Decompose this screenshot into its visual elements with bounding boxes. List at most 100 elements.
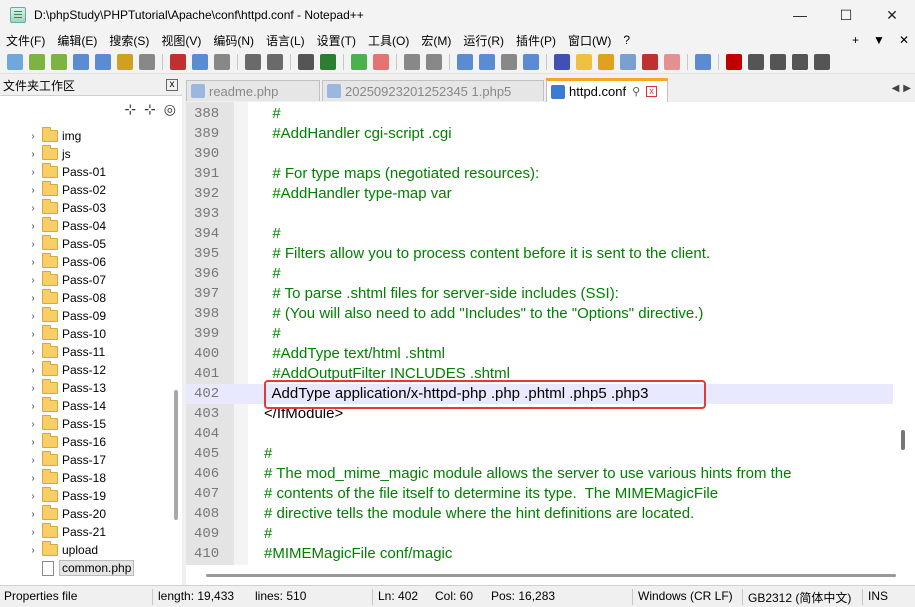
code-editor[interactable]: 388 #389 #AddHandler cgi-script .cgi 390 3… <box>186 102 893 565</box>
tree-item[interactable]: common.php <box>0 559 135 577</box>
expand-all-icon[interactable]: ⊹ <box>124 101 136 118</box>
toolbar-button-icon-20[interactable] <box>501 53 517 70</box>
chevron-right-icon[interactable]: › <box>26 329 40 340</box>
panel-close-icon[interactable]: x <box>166 79 178 91</box>
chevron-right-icon[interactable]: › <box>26 347 40 358</box>
menu-item-1[interactable]: 编辑(E) <box>51 32 103 49</box>
toolbar-button-icon-30[interactable] <box>748 53 764 70</box>
chevron-right-icon[interactable]: › <box>26 257 40 268</box>
chevron-right-icon[interactable]: › <box>26 383 40 394</box>
toolbar-button-icon-21[interactable] <box>523 53 539 70</box>
tree-item[interactable]: › Pass-04 <box>0 217 106 235</box>
editor-hscroll-thumb[interactable] <box>206 574 896 577</box>
toolbar-button-icon-17[interactable] <box>426 53 442 70</box>
menu-add-icon[interactable]: + <box>852 33 859 47</box>
tree-item[interactable]: › Pass-15 <box>0 415 106 433</box>
toolbar-button-icon-9[interactable] <box>214 53 230 70</box>
toolbar-button-icon-8[interactable] <box>192 53 208 70</box>
code-line[interactable]: 392 #AddHandler type-map var <box>186 184 893 204</box>
toolbar-button-icon-29[interactable] <box>726 53 742 70</box>
menu-item-0[interactable]: 文件(F) <box>0 32 51 49</box>
code-line[interactable]: 388 # <box>186 104 893 124</box>
toolbar-button-icon-1[interactable] <box>29 53 45 70</box>
editor-scroll-thumb[interactable] <box>901 430 905 450</box>
chevron-right-icon[interactable]: › <box>26 437 40 448</box>
toolbar-button-icon-6[interactable] <box>139 53 155 70</box>
code-line[interactable]: 399 # <box>186 324 893 344</box>
tab-next-icon[interactable]: ▶ <box>903 83 911 94</box>
menu-item-12[interactable]: ? <box>617 33 636 47</box>
code-line[interactable]: 405 # <box>186 444 893 464</box>
tree-item[interactable]: › Pass-19 <box>0 487 106 505</box>
menu-item-3[interactable]: 视图(V) <box>155 32 207 49</box>
toolbar-button-icon-10[interactable] <box>245 53 261 70</box>
chevron-right-icon[interactable]: › <box>26 455 40 466</box>
tree-item[interactable]: › Pass-07 <box>0 271 106 289</box>
editor-vscrollbar[interactable] <box>893 102 915 565</box>
collapse-all-icon[interactable]: ⊹ <box>144 101 156 118</box>
toolbar-button-icon-5[interactable] <box>117 53 133 70</box>
chevron-right-icon[interactable]: › <box>26 203 40 214</box>
chevron-right-icon[interactable]: › <box>26 239 40 250</box>
toolbar-button-icon-4[interactable] <box>95 53 111 70</box>
toolbar-button-icon-23[interactable] <box>576 53 592 70</box>
tree-item[interactable]: › Pass-10 <box>0 325 106 343</box>
toolbar-button-icon-33[interactable] <box>814 53 830 70</box>
code-line[interactable]: 408 # directive tells the module where th… <box>186 504 893 524</box>
tab-0[interactable]: readme.php <box>186 80 320 101</box>
tree-item[interactable]: › Pass-09 <box>0 307 106 325</box>
editor-hscrollbar[interactable] <box>186 565 915 585</box>
tree-item[interactable]: › Pass-13 <box>0 379 106 397</box>
code-line[interactable]: 407 # contents of the file itself to dete… <box>186 484 893 504</box>
chevron-right-icon[interactable]: › <box>26 527 40 538</box>
toolbar-button-icon-18[interactable] <box>457 53 473 70</box>
code-line[interactable]: 390 <box>186 144 893 164</box>
tree-item[interactable]: › img <box>0 127 81 145</box>
tab-prev-icon[interactable]: ◀ <box>892 83 900 94</box>
chevron-right-icon[interactable]: › <box>26 275 40 286</box>
menu-item-6[interactable]: 设置(T) <box>311 32 362 49</box>
chevron-right-icon[interactable]: › <box>26 131 40 142</box>
code-line[interactable]: 404 <box>186 424 893 444</box>
code-line[interactable]: 393 <box>186 204 893 224</box>
locate-file-icon[interactable]: ◎ <box>164 101 176 118</box>
chevron-right-icon[interactable]: › <box>26 221 40 232</box>
toolbar-button-icon-24[interactable] <box>598 53 614 70</box>
toolbar-button-icon-22[interactable] <box>554 53 570 70</box>
code-line[interactable]: 395 # Filters allow you to process conte… <box>186 244 893 264</box>
tree-item[interactable]: › Pass-02 <box>0 181 106 199</box>
code-line[interactable]: 391 # For type maps (negotiated resource… <box>186 164 893 184</box>
chevron-right-icon[interactable]: › <box>26 545 40 556</box>
toolbar-button-icon-11[interactable] <box>267 53 283 70</box>
menu-item-8[interactable]: 宏(M) <box>415 32 457 49</box>
menu-item-11[interactable]: 窗口(W) <box>562 32 617 49</box>
code-line[interactable]: 409 # <box>186 524 893 544</box>
menu-item-2[interactable]: 搜索(S) <box>103 32 155 49</box>
toolbar-button-icon-26[interactable] <box>642 53 658 70</box>
toolbar-button-icon-2[interactable] <box>51 53 67 70</box>
menu-item-4[interactable]: 编码(N) <box>207 32 260 49</box>
chevron-right-icon[interactable]: › <box>26 149 40 160</box>
chevron-right-icon[interactable]: › <box>26 311 40 322</box>
toolbar-button-icon-7[interactable] <box>170 53 186 70</box>
tree-item[interactable]: › Pass-16 <box>0 433 106 451</box>
chevron-right-icon[interactable]: › <box>26 401 40 412</box>
tree-item[interactable]: › Pass-11 <box>0 343 105 361</box>
menu-dropdown-icon[interactable]: ▼ <box>873 33 885 47</box>
tree-scroll-thumb[interactable] <box>174 390 178 520</box>
toolbar-button-icon-31[interactable] <box>770 53 786 70</box>
toolbar-button-icon-15[interactable] <box>373 53 389 70</box>
pin-icon[interactable]: ⚲ <box>632 85 640 98</box>
tree-item[interactable]: › Pass-01 <box>0 163 106 181</box>
toolbar-button-icon-0[interactable] <box>7 53 23 70</box>
toolbar-button-icon-32[interactable] <box>792 53 808 70</box>
chevron-right-icon[interactable]: › <box>26 491 40 502</box>
close-button[interactable]: ✕ <box>869 0 915 30</box>
tree-item[interactable]: › js <box>0 145 71 163</box>
tab-2[interactable]: httpd.conf ⚲ x <box>546 78 668 102</box>
toolbar-button-icon-28[interactable] <box>695 53 711 70</box>
toolbar-button-icon-14[interactable] <box>351 53 367 70</box>
chevron-right-icon[interactable]: › <box>26 167 40 178</box>
tree-item[interactable]: › Pass-05 <box>0 235 106 253</box>
code-line[interactable]: 406 # The mod_mime_magic module allows th… <box>186 464 893 484</box>
